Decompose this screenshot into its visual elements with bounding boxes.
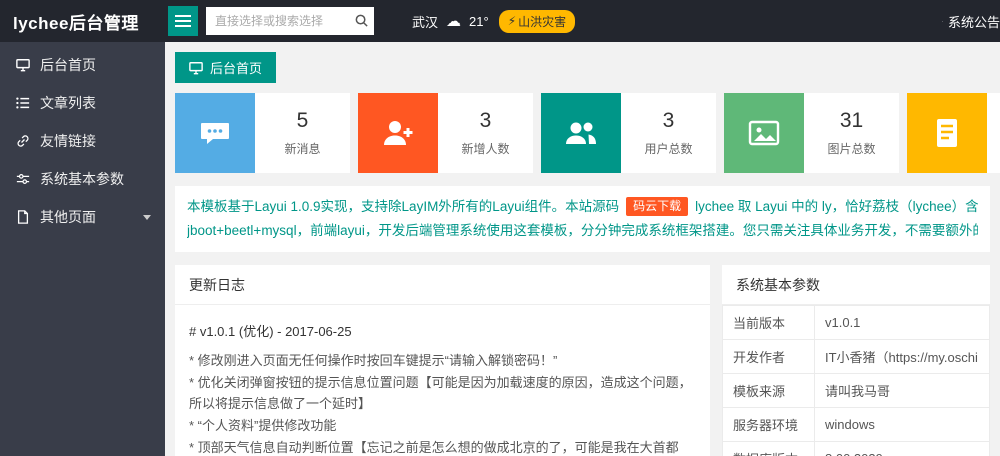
stat-card-todos: 待办事项 — [907, 93, 1000, 173]
table-row: 开发作者 IT小香猪（https://my.oschi — [722, 339, 990, 374]
stat-value: 5 — [296, 109, 309, 132]
sidebar-item-system-params[interactable]: 系统基本参数 — [0, 160, 165, 198]
sidebar-item-label: 文章列表 — [40, 95, 96, 111]
cloud-icon: ☁ — [446, 12, 462, 30]
stat-label: 图片总数 — [827, 142, 876, 156]
announcement-label: 系统公告 — [947, 14, 1000, 30]
stat-value: 31 — [839, 109, 864, 132]
param-value: 8.00.2039 — [814, 441, 990, 456]
param-value: v1.0.1 — [814, 305, 990, 340]
stat-label: 新消息 — [284, 142, 321, 156]
sidebar: 后台首页 文章列表 友情链接 系统基本参数 其他页面 — [0, 42, 165, 456]
sidebar-item-label: 友情链接 — [40, 133, 96, 149]
sidebar-item-links[interactable]: 友情链接 — [0, 122, 165, 160]
stat-value: 3 — [479, 109, 492, 132]
menu-toggle-button[interactable] — [168, 6, 198, 36]
notice-line-1: 本模板基于Layui 1.0.9实现，支持除LayIM外所有的Layui组件。本… — [187, 197, 978, 216]
param-value: 请叫我马哥 — [814, 373, 990, 408]
stat-label: 用户总数 — [644, 142, 693, 156]
users-icon — [541, 93, 621, 173]
stat-value: 3 — [662, 109, 675, 132]
speaker-icon — [942, 20, 943, 22]
gitee-download-badge[interactable]: 码云下载 — [626, 197, 689, 216]
main-content: 后台首页 5 新消息 3 新增人数 3 用户总数 31 图片总数 本模板基于La… — [165, 42, 1000, 456]
param-value: windows — [814, 407, 990, 442]
param-key: 模板来源 — [722, 373, 815, 408]
param-key: 当前版本 — [722, 305, 815, 340]
sidebar-item-label: 后台首页 — [40, 57, 96, 73]
chevron-down-icon — [143, 214, 151, 220]
sidebar-item-label: 其他页面 — [40, 209, 96, 225]
header: lychee后台管理 武汉 ☁ 21° ⚡ 山洪灾害 系统公告 — [0, 0, 1000, 42]
image-icon — [724, 93, 804, 173]
file-icon — [17, 210, 29, 224]
weather-temperature: 21° — [469, 13, 489, 29]
stat-card-new-users: 3 新增人数 — [358, 93, 533, 173]
weather-alert-label: 山洪灾害 — [518, 14, 567, 29]
changelog-entry: * 修改刚进入页面无任何操作时按回车键提示“请输入解锁密码！” — [189, 353, 558, 368]
document-icon — [907, 93, 987, 173]
notice-line-2: jboot+beetl+mysql，前端layui，开发后端管理系统使用这套模板… — [187, 223, 978, 238]
sidebar-item-home[interactable]: 后台首页 — [0, 46, 165, 84]
changelog-entry: * 优化关闭弹窗按钮的提示信息位置问题【可能是因为加载速度的原因，造成这个问题，… — [189, 375, 692, 411]
stat-card-messages: 5 新消息 — [175, 93, 350, 173]
changelog-title: 更新日志 — [175, 265, 710, 305]
param-value: IT小香猪（https://my.oschi — [814, 339, 990, 374]
monitor-icon — [189, 61, 203, 74]
stat-label: 新增人数 — [461, 142, 510, 156]
monitor-icon — [16, 59, 30, 72]
list-icon — [16, 97, 30, 109]
tab-label: 后台首页 — [210, 61, 263, 76]
changelog-entry: * “个人资料”提供修改功能 — [189, 418, 337, 433]
notice-bar: 本模板基于Layui 1.0.9实现，支持除LayIM外所有的Layui组件。本… — [175, 186, 990, 252]
search-box — [206, 7, 374, 35]
param-key: 服务器环境 — [722, 407, 815, 442]
changelog-entry: * 顶部天气信息自动判断位置【忘记之前是怎么想的做成北京的了，可能是我在大首都吧… — [189, 440, 679, 455]
stat-card-total-images: 31 图片总数 — [724, 93, 899, 173]
user-add-icon — [358, 93, 438, 173]
table-row: 数据库版本 8.00.2039 — [722, 441, 990, 456]
tab-bar: 后台首页 — [165, 42, 1000, 83]
weather-city: 武汉 — [412, 14, 439, 30]
search-input[interactable] — [206, 7, 374, 35]
tab-home[interactable]: 后台首页 — [175, 52, 277, 83]
system-params-panel: 系统基本参数 当前版本 v1.0.1 开发作者 IT小香猪（https://my… — [722, 265, 990, 456]
system-params-title: 系统基本参数 — [722, 265, 990, 305]
param-key: 数据库版本 — [722, 441, 815, 456]
link-icon — [17, 135, 29, 147]
chat-bubble-icon — [175, 93, 255, 173]
sliders-icon — [16, 174, 30, 184]
system-params-table: 当前版本 v1.0.1 开发作者 IT小香猪（https://my.oschi … — [722, 305, 990, 456]
sidebar-item-label: 系统基本参数 — [40, 171, 124, 187]
changelog-entry: # v1.0.1 (优化) - 2017-06-25 — [189, 324, 352, 339]
weather-widget: 武汉 ☁ 21° — [412, 12, 489, 31]
app-title: lychee后台管理 — [13, 13, 139, 33]
stat-cards-row: 5 新消息 3 新增人数 3 用户总数 31 图片总数 — [175, 93, 1000, 173]
sidebar-item-other-pages[interactable]: 其他页面 — [0, 198, 165, 236]
search-icon[interactable] — [354, 13, 369, 33]
sidebar-item-articles[interactable]: 文章列表 — [0, 84, 165, 122]
announcement-button[interactable]: 系统公告 — [942, 12, 1000, 31]
changelog-panel: 更新日志 # v1.0.1 (优化) - 2017-06-25 * 修改刚进入页… — [175, 265, 710, 456]
stat-card-total-users: 3 用户总数 — [541, 93, 716, 173]
changelog-body: # v1.0.1 (优化) - 2017-06-25 * 修改刚进入页面无任何操… — [175, 305, 710, 456]
param-key: 开发作者 — [722, 339, 815, 374]
table-row: 服务器环境 windows — [722, 407, 990, 442]
table-row: 当前版本 v1.0.1 — [722, 305, 990, 340]
table-row: 模板来源 请叫我马哥 — [722, 373, 990, 408]
weather-alert-badge[interactable]: ⚡ 山洪灾害 — [498, 9, 576, 33]
bolt-icon: ⚡ — [507, 14, 517, 28]
panels-row: 更新日志 # v1.0.1 (优化) - 2017-06-25 * 修改刚进入页… — [175, 265, 990, 456]
